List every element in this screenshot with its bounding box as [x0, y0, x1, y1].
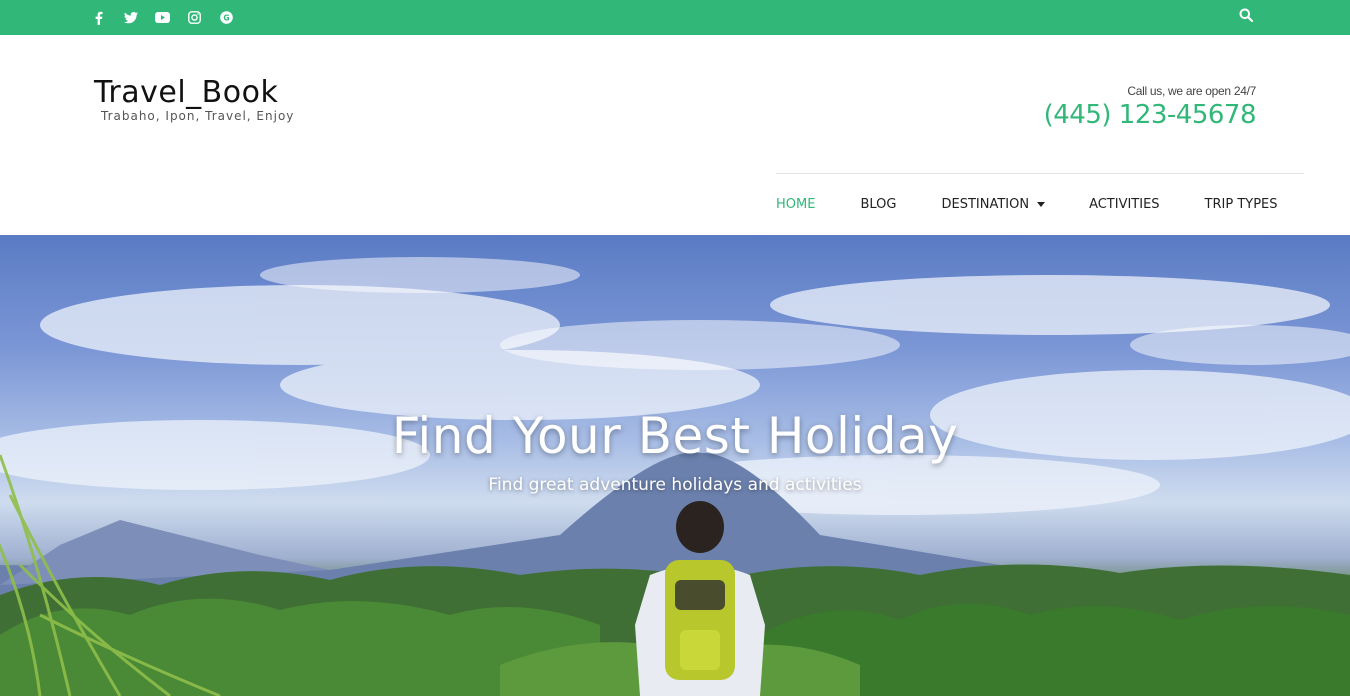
nav-item-trip-types[interactable]: TRIP TYPES: [1205, 197, 1278, 212]
site-header: Travel_Book Trabaho, Ipon, Travel, Enjoy…: [0, 35, 1350, 235]
nav-item-label: TRIP TYPES: [1204, 196, 1278, 212]
phone-number[interactable]: (445) 123-45678: [1044, 100, 1257, 130]
nav-item-label: ACTIVITIES: [1089, 196, 1160, 212]
social-links: G: [90, 0, 235, 35]
main-nav: HOME BLOG DESTINATION ACTIVITIES TRIP TY…: [776, 194, 1278, 214]
brand: Travel_Book Trabaho, Ipon, Travel, Enjoy: [94, 75, 294, 123]
facebook-icon[interactable]: [90, 9, 107, 26]
google-plus-icon[interactable]: G: [218, 9, 235, 26]
nav-item-label: HOME: [776, 196, 816, 212]
twitter-icon[interactable]: [122, 9, 139, 26]
svg-text:G: G: [223, 13, 229, 22]
hero-title: Find Your Best Holiday: [391, 407, 959, 465]
nav-item-label: BLOG: [860, 196, 897, 212]
nav-item-blog[interactable]: BLOG: [860, 197, 896, 212]
site-tagline: Trabaho, Ipon, Travel, Enjoy: [101, 109, 295, 123]
hero-banner: Find Your Best Holiday Find great advent…: [0, 235, 1350, 696]
chevron-down-icon: [1037, 201, 1046, 207]
nav-item-label: DESTINATION: [941, 196, 1030, 212]
contact-info: Call us, we are open 24/7 (445) 123-4567…: [1044, 84, 1257, 130]
nav-item-destination[interactable]: DESTINATION: [941, 196, 1046, 212]
top-bar: G: [0, 0, 1350, 35]
nav-item-home[interactable]: HOME: [776, 197, 815, 212]
site-title[interactable]: Travel_Book: [94, 75, 294, 111]
hero-background-image: [0, 257, 1350, 696]
search-icon[interactable]: [1239, 8, 1257, 26]
nav-divider: [776, 173, 1304, 174]
nav-item-activities[interactable]: ACTIVITIES: [1089, 197, 1159, 212]
youtube-icon[interactable]: [154, 9, 171, 26]
hero-subtitle: Find great adventure holidays and activi…: [488, 475, 862, 495]
contact-label: Call us, we are open 24/7: [1127, 84, 1256, 98]
instagram-icon[interactable]: [186, 9, 203, 26]
